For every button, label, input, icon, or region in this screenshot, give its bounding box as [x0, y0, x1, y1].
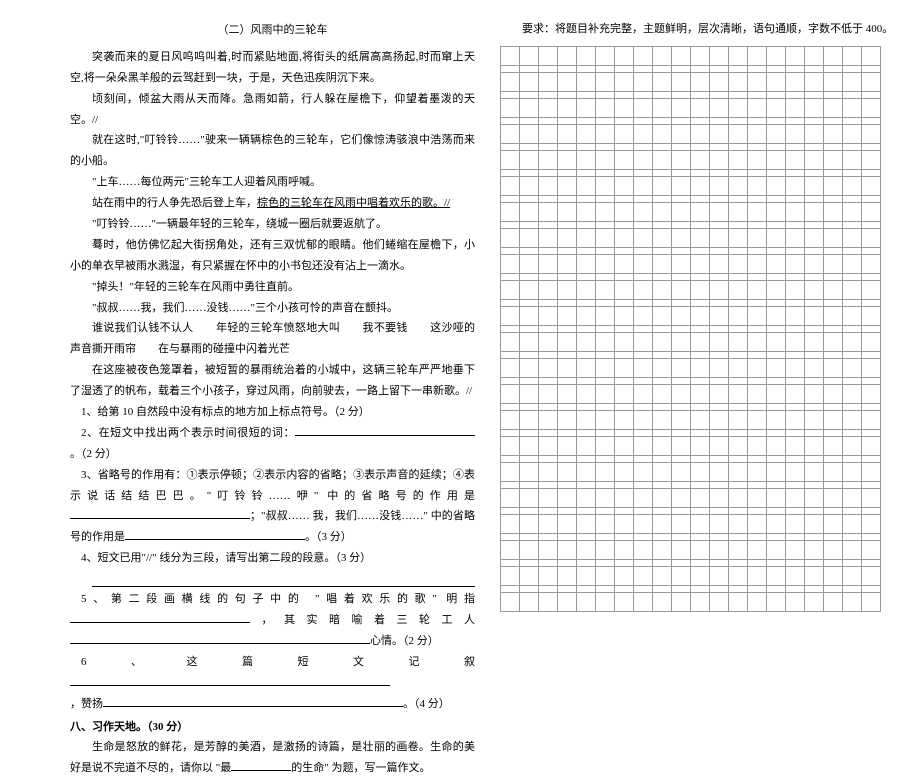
q2-blank[interactable] — [295, 424, 475, 436]
paragraph-5-underline: 棕色的三轮车在风雨中唱着欢乐的歌。// — [257, 197, 450, 209]
paragraph-1: 突袭而来的夏日风呜呜叫着,时而紧贴地面,将街头的纸屑高高扬起,时而窜上天空,将一… — [70, 47, 475, 89]
paragraph-4: "上车……每位两元"三轮车工人迎着风雨呼喊。 — [70, 172, 475, 193]
question-3: 3、省略号的作用有：①表示停顿；②表示内容的省略；③表示声音的延续；④表示说话结… — [70, 465, 475, 549]
q6-text-a: 6、这篇短文记叙 — [81, 656, 475, 668]
composition-prompt: 生命是怒放的鲜花，是芳醇的美酒，是激扬的诗篇，是壮丽的画卷。生命的美好是说不完道… — [70, 737, 475, 779]
q6-text-b: ，赞扬 — [70, 698, 103, 710]
left-column: （二）风雨中的三轮车 突袭而来的夏日风呜呜叫着,时而紧贴地面,将街头的纸屑高高扬… — [10, 20, 490, 663]
question-2: 2、在短文中找出两个表示时间很短的词： 。（2 分） — [70, 423, 475, 465]
question-6: 6、这篇短文记叙 ，赞扬 。（4 分） — [70, 652, 475, 715]
paragraph-3: 就在这时,"叮铃铃……"驶来一辆辆棕色的三轮车，它们像惊涛骇浪中浩荡而来的小船。 — [70, 130, 475, 172]
paragraph-7: 蓦时，他仿佛忆起大街拐角处，还有三双忧郁的眼睛。他们蜷缩在屋檐下，小小的单衣早被… — [70, 235, 475, 277]
q2-text-a: 2、在短文中找出两个表示时间很短的词： — [81, 427, 295, 439]
reading-title: （二）风雨中的三轮车 — [70, 20, 475, 41]
paragraph-9: "叔叔……我，我们……没钱……"三个小孩可怜的声音在颤抖。 — [70, 298, 475, 319]
q2-text-b: 。（2 分） — [70, 448, 117, 460]
q5-text-a: 5、第二段画横线的句子中的 "唱着欢乐的歌" 明指 — [81, 593, 475, 605]
question-5: 5、第二段画横线的句子中的 "唱着欢乐的歌" 明指 ，其实暗喻着三轮工人心情。（2… — [70, 589, 475, 652]
paragraph-2: 顷刻间，倾盆大雨从天而降。急雨如箭，行人躲在屋檐下，仰望着墨泼的天空。// — [70, 89, 475, 131]
paragraph-5-plain: 站在雨中的行人争先恐后登上车， — [92, 197, 257, 209]
composition-heading: 八、习作天地。（30 分） — [70, 717, 475, 738]
composition-requirement: 要求：将题目补充完整，主题鲜明，层次清晰，语句通顺，字数不低于 400。 — [500, 20, 900, 36]
question-1: 1、给第 10 自然段中没有标点的地方加上标点符号。（2 分） — [70, 402, 475, 423]
question-4: 4、短文已用"//" 线分为三段，请写出第二段的段意。（3 分） — [70, 548, 475, 569]
q4-text: 4、短文已用"//" 线分为三段，请写出第二段的段意。（3 分） — [81, 552, 371, 564]
q3-blank-1[interactable] — [70, 507, 250, 519]
q3-blank-2[interactable] — [125, 528, 305, 540]
paragraph-5: 站在雨中的行人争先恐后登上车，棕色的三轮车在风雨中唱着欢乐的歌。// — [70, 193, 475, 214]
paragraph-8: "掉头！"年轻的三轮车在风雨中勇往直前。 — [70, 277, 475, 298]
q6-text-c: 。（4 分） — [403, 698, 450, 710]
q5-text-b: ，其实暗喻着三轮工人 — [250, 614, 475, 626]
q6-blank-2[interactable] — [103, 695, 403, 707]
q3-text-c: 。（3 分） — [305, 531, 352, 543]
q5-blank-1[interactable] — [70, 611, 250, 623]
right-column: 要求：将题目补充完整，主题鲜明，层次清晰，语句通顺，字数不低于 400。 — [490, 20, 910, 663]
q6-blank-1[interactable] — [70, 674, 390, 686]
q3-text-a: 3、省略号的作用有：①表示停顿；②表示内容的省略；③表示声音的延续；④表示说话结… — [70, 469, 475, 502]
q5-text-c: 心情。（2 分） — [370, 635, 439, 647]
paragraph-11: 在这座被夜色笼罩着，被短暂的暴雨统治着的小城中，这辆三轮车严严地垂下了湿透了的帆… — [70, 360, 475, 402]
paragraph-6: "叮铃铃……"一辆最年轻的三轮车，绕城一圈后就要返航了。 — [70, 214, 475, 235]
paragraph-10: 谁说我们认钱不认人 年轻的三轮车愤怒地大叫 我不要钱 这沙哑的声音撕开雨帘 在与… — [70, 318, 475, 360]
prompt-blank[interactable] — [231, 759, 291, 771]
prompt-b: 的生命" 为题，写一篇作文。 — [291, 762, 430, 774]
q5-blank-2[interactable] — [70, 632, 370, 644]
writing-grid[interactable] — [500, 46, 881, 612]
q4-blank[interactable] — [92, 571, 475, 587]
